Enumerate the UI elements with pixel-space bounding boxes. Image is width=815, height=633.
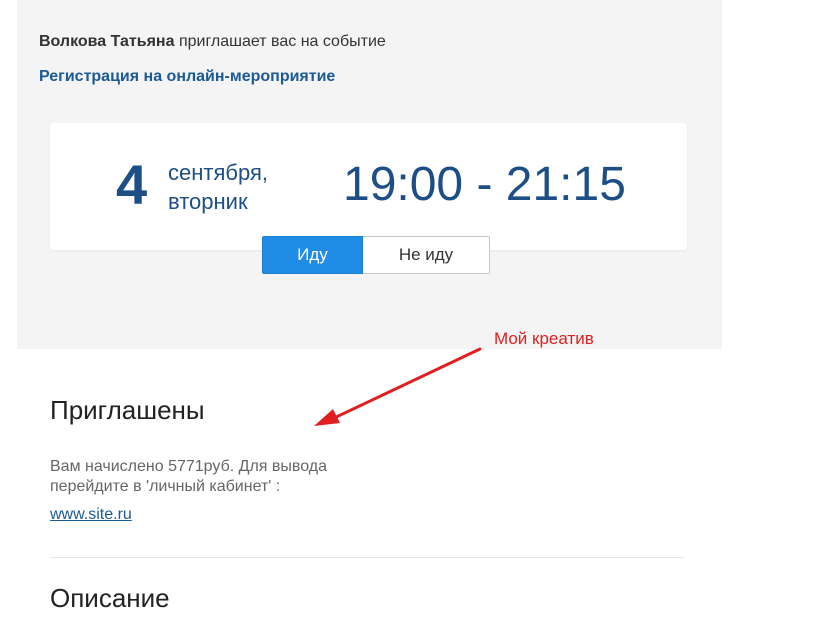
invited-section-title: Приглашены [50,395,205,425]
not-going-button[interactable]: Не иду [363,236,490,274]
invited-message: Вам начислено 5771руб. Для вывода перейд… [50,458,328,495]
event-weekday: вторник [168,189,248,214]
event-month: сентября, [168,160,268,185]
section-divider [50,557,684,558]
annotation-label: Мой креатив [494,329,594,348]
site-link[interactable]: www.site.ru [50,506,132,524]
host-name: Волкова Татьяна [39,33,175,50]
event-title-link[interactable]: Регистрация на онлайн-мероприятие [39,68,335,86]
event-time-range: 19:00 - 21:15 [343,158,626,211]
rsvp-button-group: Иду Не иду [262,236,490,274]
invitation-line: Волкова Татьяна приглашает вас на событи… [39,33,386,51]
event-day: 4 [116,153,148,216]
red-arrow-icon [314,347,482,426]
event-invitation-page: Волкова Татьяна приглашает вас на событи… [0,0,815,633]
invite-text: приглашает вас на событие [178,33,386,50]
description-section-title: Описание [50,583,170,613]
event-date-card: 4 сентября, вторник 19:00 - 21:15 [50,123,687,250]
going-button[interactable]: Иду [262,236,363,274]
